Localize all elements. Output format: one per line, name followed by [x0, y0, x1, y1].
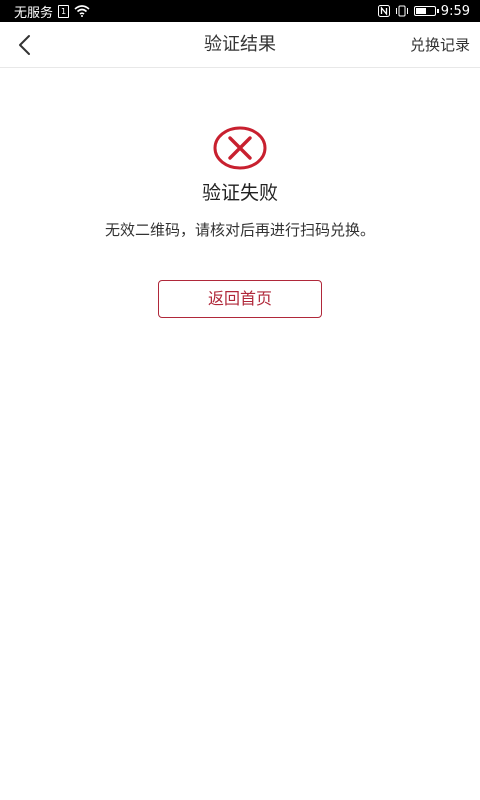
nav-bar: 验证结果 兑换记录 — [0, 22, 480, 68]
page-title: 验证结果 — [204, 34, 276, 55]
clock-text: 9:59 — [440, 3, 470, 19]
status-left: 无服务 1 — [14, 2, 90, 21]
carrier-text: 无服务 — [14, 5, 54, 21]
nfc-icon — [377, 5, 390, 17]
error-icon — [213, 121, 267, 175]
return-home-button[interactable]: 返回首页 — [158, 280, 322, 318]
status-right: 9:59 — [377, 3, 470, 19]
result-message: 无效二维码，请核对后再进行扫码兑换。 — [104, 221, 375, 239]
wifi-icon — [74, 5, 90, 17]
battery-level — [415, 8, 426, 14]
vibrate-icon — [395, 5, 408, 17]
result-title: 验证失败 — [201, 182, 278, 204]
exchange-records-link[interactable]: 兑换记录 — [410, 22, 470, 68]
battery-icon — [413, 6, 439, 16]
sim-icon: 1 — [58, 4, 70, 18]
status-bar: 无服务 1 9:59 — [0, 0, 480, 22]
